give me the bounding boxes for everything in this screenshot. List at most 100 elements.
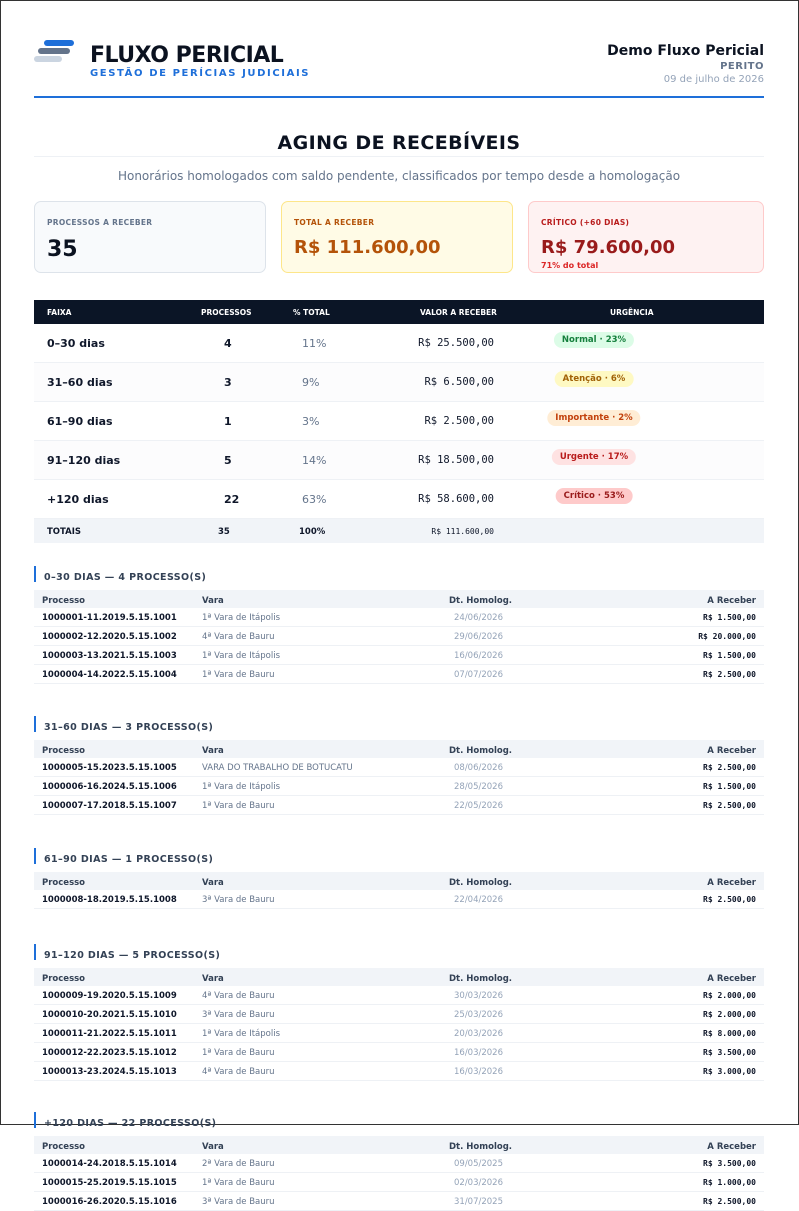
header-cell: Vara: [202, 974, 224, 984]
table-row: 1000005-15.2023.5.15.1005 VARA DO TRABALH…: [34, 758, 764, 777]
table-cell: 09/05/2025: [454, 1159, 503, 1169]
aging-faixa: 91–120 dias: [47, 454, 121, 467]
section-table-header: Processo Vara Dt. Homolog. A Receber: [34, 1136, 764, 1154]
table-cell: 4ª Vara de Bauru: [202, 991, 275, 1001]
urgency-badge: Importante · 2%: [547, 410, 641, 426]
aging-row: 0–30 dias 4 11% R$ 25.500,00 Normal · 23%: [34, 324, 764, 363]
table-row: 1000009-19.2020.5.15.1009 4ª Vara de Baur…: [34, 986, 764, 1005]
card-value: R$ 111.600,00: [294, 237, 441, 258]
table-cell: 1000003-13.2021.5.15.1003: [42, 651, 177, 661]
table-cell: R$ 2.500,00: [703, 1197, 756, 1206]
table-row: 1000008-18.2019.5.15.1008 3ª Vara de Baur…: [34, 890, 764, 909]
table-cell: R$ 1.500,00: [703, 651, 756, 660]
table-cell: 1ª Vara de Bauru: [202, 1048, 275, 1058]
table-cell: 3ª Vara de Bauru: [202, 895, 275, 905]
header-cell: A Receber: [707, 878, 756, 888]
table-cell: R$ 3.500,00: [703, 1048, 756, 1057]
table-row: 1000016-26.2020.5.15.1016 3ª Vara de Baur…: [34, 1192, 764, 1211]
card-critico: CRÍTICO (+60 DIAS) R$ 79.600,00 71% do t…: [528, 201, 764, 273]
table-cell: 1000012-22.2023.5.15.1012: [42, 1048, 177, 1058]
urgency-badge: Crítico · 53%: [555, 488, 633, 504]
header-cell: Dt. Homolog.: [449, 878, 513, 888]
card-label: PROCESSOS A RECEBER: [47, 218, 153, 227]
header-cell: Dt. Homolog.: [449, 746, 513, 756]
table-cell: 25/03/2026: [454, 1010, 503, 1020]
totals-label: TOTAIS: [47, 527, 82, 537]
card-value: 35: [47, 237, 78, 262]
table-cell: R$ 3.000,00: [703, 1067, 756, 1076]
user-name: Demo Fluxo Pericial: [607, 43, 764, 59]
table-cell: R$ 3.500,00: [703, 1159, 756, 1168]
section-table-header: Processo Vara Dt. Homolog. A Receber: [34, 740, 764, 758]
table-cell: 4ª Vara de Bauru: [202, 1067, 275, 1077]
table-cell: 29/06/2026: [454, 632, 503, 642]
table-cell: 1ª Vara de Itápolis: [202, 782, 281, 792]
aging-pct: 11%: [302, 337, 327, 350]
table-cell: 1000016-26.2020.5.15.1016: [42, 1197, 177, 1207]
aging-pct: 63%: [302, 493, 327, 506]
report-page: FLUXO PERICIAL GESTÃO DE PERÍCIAS JUDICI…: [34, 0, 764, 1211]
table-cell: R$ 1.500,00: [703, 782, 756, 791]
header-cell: A Receber: [707, 974, 756, 984]
table-cell: 1ª Vara de Itápolis: [202, 1029, 281, 1039]
brand-subtitle: GESTÃO DE PERÍCIAS JUDICIAIS: [90, 68, 311, 79]
section-title: 0–30 DIAS — 4 PROCESSO(S): [34, 566, 764, 586]
table-row: 1000006-16.2024.5.15.1006 1ª Vara de Itáp…: [34, 777, 764, 796]
table-cell: R$ 8.000,00: [703, 1029, 756, 1038]
table-cell: R$ 2.500,00: [703, 670, 756, 679]
header-cell: Vara: [202, 1142, 224, 1152]
aging-pct: 14%: [302, 454, 327, 467]
page-title: AGING DE RECEBÍVEIS: [277, 132, 521, 154]
table-cell: R$ 1.000,00: [703, 1178, 756, 1187]
table-row: 1000011-21.2022.5.15.1011 1ª Vara de Itáp…: [34, 1024, 764, 1043]
table-cell: 28/05/2026: [454, 782, 503, 792]
header-cell: Vara: [202, 746, 224, 756]
table-cell: 1000015-25.2019.5.15.1015: [42, 1178, 177, 1188]
section-block: 91–120 DIAS — 5 PROCESSO(S) Processo Vara D…: [34, 944, 764, 1081]
table-row: 1000002-12.2020.5.15.1002 4ª Vara de Baur…: [34, 627, 764, 646]
table-cell: 07/07/2026: [454, 670, 503, 680]
table-cell: R$ 2.000,00: [703, 1010, 756, 1019]
table-cell: 1000014-24.2018.5.15.1014: [42, 1159, 177, 1169]
col-valor: VALOR A RECEBER: [420, 308, 497, 317]
table-cell: 3ª Vara de Bauru: [202, 1010, 275, 1020]
table-row: 1000004-14.2022.5.15.1004 1ª Vara de Baur…: [34, 665, 764, 684]
aging-faixa: 0–30 dias: [47, 337, 105, 350]
table-cell: R$ 1.500,00: [703, 613, 756, 622]
aging-pct: 3%: [302, 415, 320, 428]
table-row: 1000013-23.2024.5.15.1013 4ª Vara de Baur…: [34, 1062, 764, 1081]
aging-faixa: +120 dias: [47, 493, 109, 506]
header-cell: Dt. Homolog.: [449, 974, 513, 984]
aging-valor: R$ 6.500,00: [424, 376, 494, 388]
table-cell: R$ 2.500,00: [703, 763, 756, 772]
table-row: 1000010-20.2021.5.15.1010 3ª Vara de Baur…: [34, 1005, 764, 1024]
table-cell: 4ª Vara de Bauru: [202, 632, 275, 642]
header-cell: Vara: [202, 596, 224, 606]
aging-table-body: 0–30 dias 4 11% R$ 25.500,00 Normal · 23% 31–…: [34, 324, 764, 519]
table-cell: 1ª Vara de Itápolis: [202, 651, 281, 661]
totals-processos: 35: [218, 527, 230, 537]
col-urgencia: URGÊNCIA: [610, 308, 654, 317]
aging-faixa: 31–60 dias: [47, 376, 113, 389]
aging-valor: R$ 18.500,00: [418, 454, 494, 466]
col-processos: PROCESSOS: [201, 308, 252, 317]
section-title: 31–60 DIAS — 3 PROCESSO(S): [34, 716, 764, 736]
table-cell: 1000002-12.2020.5.15.1002: [42, 632, 177, 642]
table-cell: VARA DO TRABALHO DE BOTUCATU: [202, 763, 353, 773]
header-cell: Processo: [42, 746, 86, 756]
section-title: +120 DIAS — 22 PROCESSO(S): [34, 1112, 764, 1132]
report-header: FLUXO PERICIAL GESTÃO DE PERÍCIAS JUDICI…: [34, 0, 764, 98]
table-cell: 1000010-20.2021.5.15.1010: [42, 1010, 177, 1020]
table-cell: R$ 20.000,00: [698, 632, 756, 641]
urgency-badge: Urgente · 17%: [551, 449, 637, 465]
table-cell: 22/05/2026: [454, 801, 503, 811]
table-cell: 1000001-11.2019.5.15.1001: [42, 613, 177, 623]
card-label: CRÍTICO (+60 DIAS): [541, 218, 630, 227]
section-table-header: Processo Vara Dt. Homolog. A Receber: [34, 872, 764, 890]
table-cell: 31/07/2025: [454, 1197, 503, 1207]
table-cell: 1ª Vara de Itápolis: [202, 613, 281, 623]
table-cell: 1000008-18.2019.5.15.1008: [42, 895, 177, 905]
table-cell: 1ª Vara de Bauru: [202, 1178, 275, 1188]
aging-valor: R$ 2.500,00: [424, 415, 494, 427]
header-cell: Processo: [42, 596, 86, 606]
